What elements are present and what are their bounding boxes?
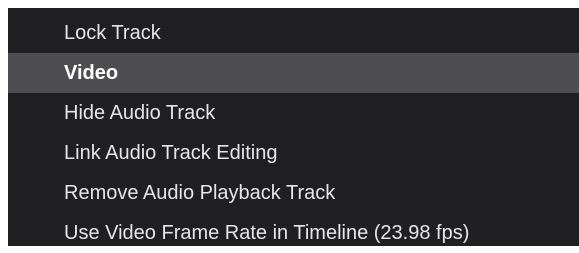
menu-item-link-audio-track-editing[interactable]: Link Audio Track Editing [8,133,579,173]
menu-item-label: Lock Track [64,21,161,44]
menu-item-lock-track[interactable]: Lock Track [8,13,579,53]
menu-item-remove-audio-playback-track[interactable]: Remove Audio Playback Track [8,173,579,213]
menu-item-label: Link Audio Track Editing [64,141,278,164]
menu-item-video[interactable]: Video [8,53,579,93]
context-menu: Lock Track Video Hide Audio Track Link A… [8,8,579,246]
menu-item-use-video-frame-rate[interactable]: Use Video Frame Rate in Timeline (23.98 … [8,213,579,253]
menu-item-label: Use Video Frame Rate in Timeline (23.98 … [64,221,470,244]
menu-item-label: Hide Audio Track [64,101,216,124]
menu-item-label: Remove Audio Playback Track [64,181,336,204]
menu-item-hide-audio-track[interactable]: Hide Audio Track [8,93,579,133]
menu-item-label: Video [64,61,119,84]
